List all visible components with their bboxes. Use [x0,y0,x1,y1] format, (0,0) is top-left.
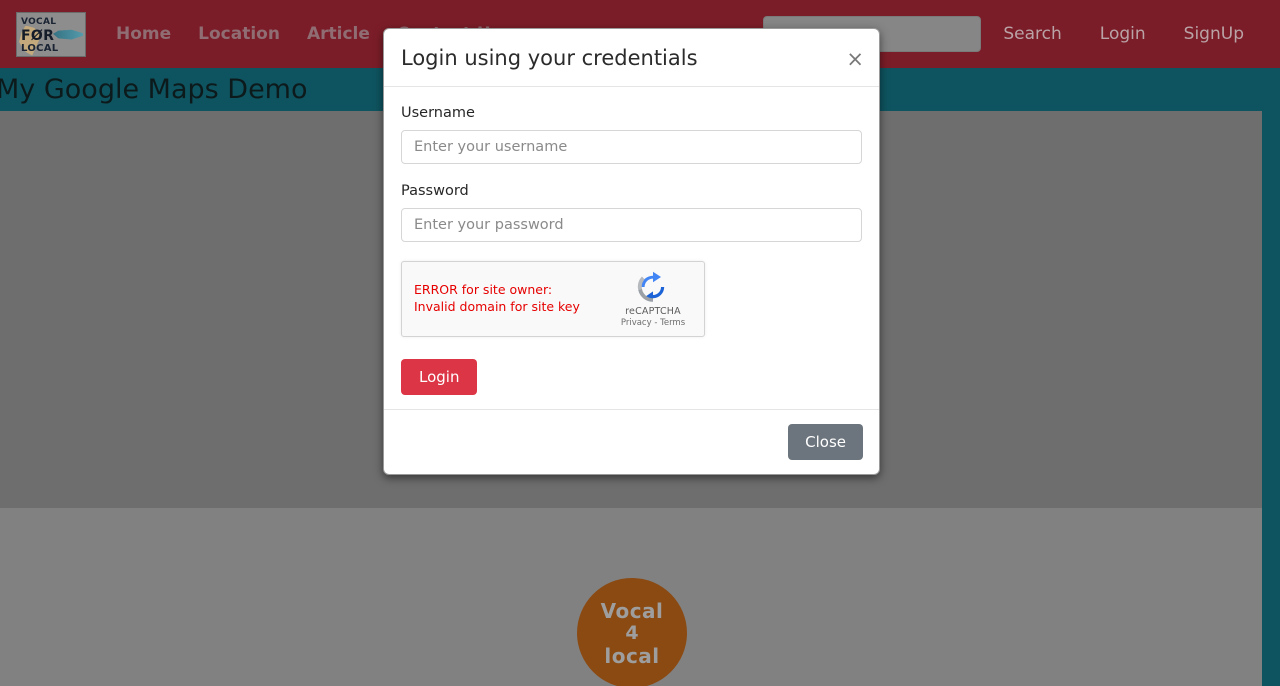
brand-logo[interactable]: VOCAL FØR LOCAL [16,11,86,57]
recaptcha-error-message: ERROR for site owner: Invalid domain for… [414,282,614,316]
right-edge-strip [1262,111,1280,686]
recaptcha-error-line1: ERROR for site owner: [414,282,553,298]
recaptcha-logo-icon [637,271,665,302]
nav-actions: Search Login SignUp [1003,24,1244,44]
username-label: Username [401,105,475,121]
signup-link[interactable]: SignUp [1184,24,1244,44]
nav-link-article[interactable]: Article [307,24,370,44]
login-submit-button[interactable]: Login [401,359,478,395]
footer-logo-line2: 4 [625,621,639,644]
brand-logo-line2: FØR [21,27,55,44]
password-label: Password [401,183,469,199]
footer-logo-line1: Vocal [600,598,664,623]
modal-body: Username Password ERROR for site owner: … [384,87,879,409]
modal-header: Login using your credentials × [384,29,879,87]
login-link[interactable]: Login [1100,24,1146,44]
brand-logo-line3: LOCAL [21,42,59,54]
close-button[interactable]: Close [788,424,863,460]
close-icon[interactable]: × [846,49,864,70]
modal-title: Login using your credentials [401,46,698,70]
password-input[interactable] [401,208,862,242]
recaptcha-widget[interactable]: ERROR for site owner: Invalid domain for… [401,261,705,337]
footer-brand-logo: Vocal 4 local [577,578,687,686]
recaptcha-brand: reCAPTCHA Privacy - Terms [614,271,692,328]
modal-footer: Close [384,409,879,474]
password-field-group: Password [401,183,862,242]
page-title: My Google Maps Demo [0,74,308,105]
recaptcha-error-line2: Invalid domain for site key [414,299,580,314]
username-field-group: Username [401,105,862,164]
footer-logo-line3: local [604,643,660,668]
brand-logo-line1: VOCAL [21,16,57,27]
username-input[interactable] [401,130,862,164]
search-button[interactable]: Search [1003,24,1061,44]
nav-link-location[interactable]: Location [198,24,280,44]
login-modal: Login using your credentials × Username … [383,28,880,475]
recaptcha-privacy-terms[interactable]: Privacy - Terms [614,318,692,328]
recaptcha-brand-name: reCAPTCHA [625,305,681,317]
nav-link-home[interactable]: Home [116,24,171,44]
